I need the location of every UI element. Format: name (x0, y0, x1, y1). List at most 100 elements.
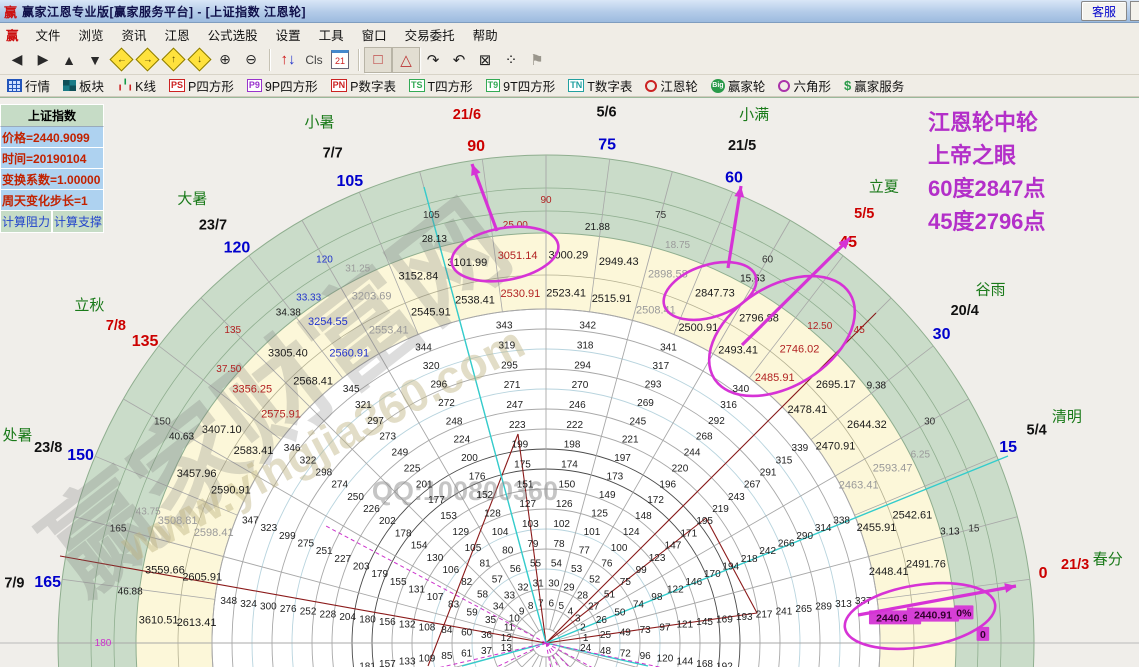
spiral-number: 74 (633, 600, 645, 611)
spiral-number: 292 (708, 416, 725, 427)
sectors-blocks-icon (63, 80, 77, 91)
spiral-number: 122 (667, 584, 684, 595)
scale-down-icon[interactable]: ▼ (82, 48, 108, 72)
clipped-button[interactable] (1130, 1, 1139, 21)
pan-down-icon[interactable]: ↓ (186, 47, 212, 72)
percent-special: 33.33 (296, 293, 321, 304)
spiral-number: 103 (522, 519, 539, 530)
spiral-number: 1 (583, 633, 589, 644)
spiral-number: 107 (427, 592, 444, 603)
t-square-button[interactable]: TS T四方形 (406, 75, 476, 96)
spiral-number: 28 (577, 590, 589, 601)
menu-item-8[interactable]: 交易委托 (396, 23, 464, 46)
pin-icon[interactable]: ⚑ (524, 48, 550, 72)
nav-forward-icon[interactable]: ▶ (30, 48, 56, 72)
spiral-number: 317 (652, 361, 669, 372)
inner-degree-label: 150 (154, 417, 171, 428)
spiral-number: 78 (553, 539, 565, 550)
p-number-table-button[interactable]: PN P数字表 (328, 75, 399, 96)
inner-degree-label: 45 (854, 325, 866, 336)
zoom-out-icon[interactable]: ⊖ (238, 48, 264, 72)
gann-wheel-chart[interactable]: 赢家财富网 www.yingjia360.com QQ:100800360 1 2 3 4 5… (0, 97, 1139, 667)
draw-rect-icon[interactable]: □ (364, 46, 392, 73)
draw-triangle-icon[interactable]: △ (392, 46, 420, 73)
spiral-number: 293 (645, 379, 662, 390)
hexagon-button[interactable]: 六角形 (775, 75, 834, 96)
spiral-number: 51 (604, 589, 616, 600)
outer-degree-label: 75 (598, 137, 616, 154)
updown-glyph: ↑↓ (280, 51, 296, 68)
spiral-number: 300 (260, 601, 277, 612)
menu-item-5[interactable]: 设置 (267, 23, 310, 46)
spiral-number: 225 (404, 463, 421, 474)
spiral-number: 265 (795, 604, 812, 615)
t9-square-button-badge-icon: T9 (485, 79, 501, 92)
sectors-button[interactable]: 板块 (60, 75, 107, 96)
rotate-cw-icon[interactable]: ↷ (420, 48, 446, 72)
t9-square-button[interactable]: T9 9T四方形 (483, 75, 559, 96)
spiral-number: 269 (637, 398, 654, 409)
highlight-cell-value: 0 (980, 629, 986, 641)
spiral-number: 132 (399, 620, 416, 631)
spiral-number: 341 (660, 342, 677, 353)
spiral-number: 319 (498, 341, 515, 352)
pan-up-icon[interactable]: ↑ (160, 47, 186, 72)
spiral-number: 82 (461, 577, 473, 588)
t-number-table-button[interactable]: TN T数字表 (565, 75, 635, 96)
spiral-number: 59 (467, 607, 479, 618)
calendar-icon[interactable]: 21 (327, 48, 353, 72)
pan-left-icon[interactable]: ← (108, 47, 134, 72)
gann-wheel-button[interactable]: 江恩轮 (642, 75, 701, 96)
updown-arrows-icon[interactable]: ↑↓ (275, 48, 301, 72)
percent-value: 43.75 (136, 506, 161, 517)
rotate-ccw-icon[interactable]: ↶ (446, 48, 472, 72)
solar-term-label: 谷雨 (976, 281, 1006, 298)
spiral-number: 85 (441, 651, 453, 662)
wheel-annotation-text: 江恩轮中轮 上帝之眼 60度2847点 45度2796点 (928, 106, 1045, 238)
date-label: 5/4 (1027, 423, 1047, 439)
menu-item-4[interactable]: 公式选股 (199, 23, 267, 46)
spiral-number: 84 (441, 625, 453, 636)
winner-service-button[interactable]: $ 赢家服务 (841, 75, 907, 96)
pan-right-icon[interactable]: → (134, 47, 160, 72)
percent-value: 21.88 (585, 222, 610, 233)
menu-item-6[interactable]: 工具 (310, 23, 353, 46)
annotation-line-1: 上帝之眼 (928, 143, 1017, 168)
box-x-icon[interactable]: ⊠ (472, 48, 498, 72)
kline-candles-icon: ╻╹╻ (117, 80, 133, 91)
menu-item-3[interactable]: 江恩 (156, 23, 199, 46)
calc-resistance-button[interactable]: 计算阻力 (0, 211, 52, 233)
date-label: 7/8 (106, 318, 126, 334)
menu-item-1[interactable]: 浏览 (70, 23, 113, 46)
ring-b-price: 2485.91 (755, 372, 795, 384)
spiral-number: 219 (712, 504, 729, 515)
menu-item-7[interactable]: 窗口 (353, 23, 396, 46)
p-square-button[interactable]: PS P四方形 (166, 75, 237, 96)
calc-support-button[interactable]: 计算支撑 (52, 211, 104, 233)
kline-button[interactable]: ╻╹╻ K线 (114, 75, 159, 96)
spiral-number: 108 (419, 622, 436, 633)
diamond-shape: → (134, 47, 160, 72)
cls-button[interactable]: Cls (301, 48, 327, 72)
winner-wheel-button[interactable]: Big 赢家轮 (708, 75, 769, 96)
spiral-number: 316 (720, 400, 737, 411)
p9-square-button[interactable]: P9 9P四方形 (244, 75, 321, 96)
scale-up-icon[interactable]: ▲ (56, 48, 82, 72)
move-cross-icon[interactable]: ⁘ (498, 48, 524, 72)
ring-b-price: 2575.91 (261, 408, 301, 420)
quotes-button[interactable]: 行情 (4, 75, 53, 96)
spiral-number: 175 (514, 460, 531, 471)
gann-wheel-button-circle-icon (645, 79, 658, 92)
menu-item-2[interactable]: 资讯 (113, 23, 156, 46)
spiral-number: 104 (492, 527, 509, 538)
nav-back-icon[interactable]: ◀ (4, 48, 30, 72)
customer-service-button[interactable]: 客服 (1080, 1, 1127, 21)
spiral-number: 348 (220, 596, 237, 607)
percent-value: 6.25 (911, 450, 931, 461)
zoom-in-icon[interactable]: ⊕ (212, 48, 238, 72)
date-label: 7/7 (323, 145, 343, 161)
menu-item-0[interactable]: 文件 (27, 23, 70, 46)
quotes-grid-icon (7, 79, 22, 92)
spiral-number: 246 (569, 400, 586, 411)
menu-item-9[interactable]: 帮助 (464, 23, 507, 46)
